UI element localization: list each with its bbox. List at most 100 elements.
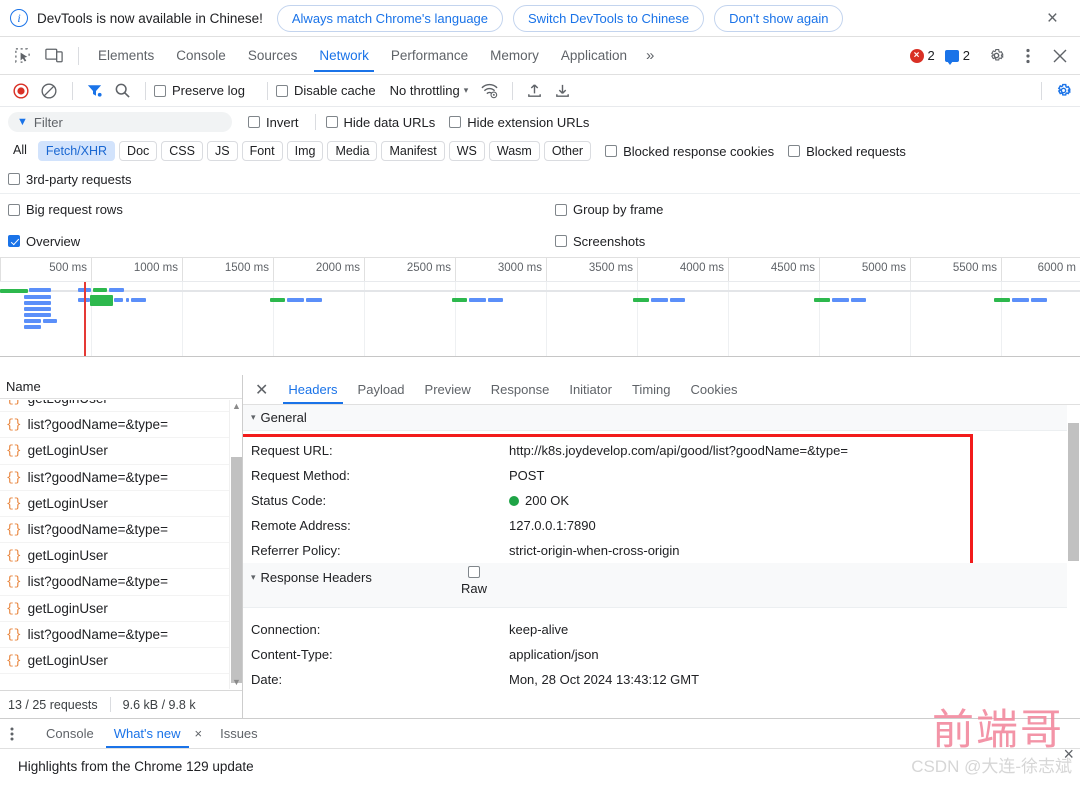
chevron-down-icon[interactable]: ▾	[464, 85, 469, 96]
chip-manifest[interactable]: Manifest	[381, 141, 445, 161]
screenshots-box[interactable]	[555, 235, 567, 247]
scrollbar-thumb[interactable]	[1068, 423, 1079, 561]
table-row[interactable]: {} list?goodName=&type=	[0, 412, 242, 439]
overview-checkbox[interactable]: Overview	[8, 234, 80, 249]
invert-checkbox[interactable]: Invert	[248, 115, 299, 130]
request-list-scrollbar[interactable]: ▲ ▼	[229, 400, 242, 689]
always-match-language-button[interactable]: Always match Chrome's language	[276, 4, 504, 32]
table-row[interactable]: {} getLoginUser	[0, 648, 242, 675]
more-vertical-icon[interactable]	[1015, 44, 1041, 68]
drawer-tab-close-icon[interactable]: ×	[191, 726, 207, 741]
chip-img[interactable]: Img	[286, 141, 324, 161]
tab-application[interactable]: Application	[550, 39, 638, 72]
hide-data-urls-checkbox[interactable]: Hide data URLs	[325, 115, 435, 130]
export-har-icon[interactable]	[549, 79, 575, 103]
error-count-badge[interactable]: × 2	[909, 48, 935, 63]
tab-payload[interactable]: Payload	[348, 375, 415, 404]
disable-cache-checkbox[interactable]: Disable cache	[275, 83, 376, 98]
network-overview-timeline[interactable]: 500 ms 1000 ms 1500 ms 2000 ms 2500 ms 3…	[0, 257, 1080, 357]
tab-elements[interactable]: Elements	[87, 39, 165, 72]
table-row[interactable]: {} list?goodName=&type=	[0, 569, 242, 596]
clear-icon[interactable]	[36, 79, 62, 103]
scroll-down-icon[interactable]: ▼	[230, 676, 242, 689]
chip-doc[interactable]: Doc	[119, 141, 158, 161]
tab-network[interactable]: Network	[308, 39, 380, 72]
raw-toggle[interactable]: Raw	[461, 566, 487, 596]
hide-extension-urls-checkbox[interactable]: Hide extension URLs	[449, 115, 589, 130]
table-row[interactable]: {} getLoginUser	[0, 438, 242, 465]
tab-timing[interactable]: Timing	[622, 375, 681, 404]
filter-icon[interactable]	[81, 79, 107, 103]
third-party-requests-checkbox[interactable]: 3rd-party requests	[8, 172, 132, 187]
tab-response[interactable]: Response	[481, 375, 560, 404]
tab-preview[interactable]: Preview	[415, 375, 481, 404]
screenshots-checkbox[interactable]: Screenshots	[555, 234, 645, 249]
drawer-tab-issues[interactable]: Issues	[210, 719, 268, 748]
response-headers-section-header[interactable]: ▾ Response Headers Raw	[243, 563, 1080, 608]
third-party-requests-box[interactable]	[8, 173, 20, 185]
chip-fetch-xhr[interactable]: Fetch/XHR	[37, 141, 116, 161]
network-conditions-icon[interactable]	[476, 79, 502, 103]
toggle-device-toolbar-icon[interactable]	[41, 44, 67, 68]
blocked-response-cookies-checkbox[interactable]: Blocked response cookies	[605, 144, 774, 159]
request-rows-container[interactable]: {} getLoginUser {} list?goodName=&type= …	[0, 400, 242, 689]
tab-console[interactable]: Console	[165, 39, 237, 72]
chip-css[interactable]: CSS	[161, 141, 203, 161]
switch-to-chinese-button[interactable]: Switch DevTools to Chinese	[513, 4, 705, 32]
search-icon[interactable]	[109, 79, 135, 103]
blocked-requests-box[interactable]	[788, 145, 801, 157]
import-har-icon[interactable]	[521, 79, 547, 103]
drawer-tab-console[interactable]: Console	[36, 719, 104, 748]
chip-js[interactable]: JS	[206, 141, 238, 161]
record-icon[interactable]	[8, 79, 34, 103]
table-row[interactable]: {} getLoginUser	[0, 543, 242, 570]
chip-ws[interactable]: WS	[448, 141, 485, 161]
table-row[interactable]: {} getLoginUser	[0, 491, 242, 517]
tab-performance[interactable]: Performance	[380, 39, 479, 72]
search-input[interactable]: ▼ Filter	[8, 112, 232, 132]
invert-box[interactable]	[248, 116, 260, 128]
hide-extension-urls-box[interactable]	[449, 116, 462, 128]
tab-sources[interactable]: Sources	[237, 39, 309, 72]
dont-show-again-button[interactable]: Don't show again	[714, 4, 844, 32]
blocked-response-cookies-box[interactable]	[605, 145, 618, 157]
details-scrollbar[interactable]	[1067, 405, 1080, 718]
disable-cache-box[interactable]	[275, 84, 288, 97]
group-by-frame-box[interactable]	[555, 203, 567, 216]
overview-box[interactable]	[8, 235, 20, 247]
blocked-requests-checkbox[interactable]: Blocked requests	[788, 144, 906, 159]
scroll-up-icon[interactable]: ▲	[230, 400, 242, 413]
table-row[interactable]: {} list?goodName=&type=	[0, 622, 242, 648]
more-vertical-icon[interactable]	[10, 727, 28, 741]
close-devtools-icon[interactable]	[1047, 44, 1073, 68]
network-settings-icon[interactable]	[1050, 79, 1076, 103]
group-by-frame-checkbox[interactable]: Group by frame	[555, 202, 663, 217]
throttling-select[interactable]: No throttling	[390, 83, 460, 98]
table-row[interactable]: {} getLoginUser	[0, 596, 242, 622]
big-request-rows-box[interactable]	[8, 203, 20, 216]
scrollbar-thumb[interactable]	[231, 457, 242, 683]
drawer-tab-whats-new[interactable]: What's new	[104, 719, 191, 748]
chip-wasm[interactable]: Wasm	[488, 141, 540, 161]
table-row[interactable]: {} list?goodName=&type=	[0, 517, 242, 544]
table-row[interactable]: {} list?goodName=&type=	[0, 465, 242, 491]
gear-icon[interactable]	[983, 44, 1009, 68]
general-section-header[interactable]: ▾ General	[243, 405, 1080, 431]
tab-memory[interactable]: Memory	[479, 39, 550, 72]
raw-checkbox[interactable]	[468, 566, 480, 578]
chip-media[interactable]: Media	[327, 141, 378, 161]
infobar-close-icon[interactable]: ×	[1041, 7, 1064, 30]
message-count-badge[interactable]: 2	[944, 48, 970, 65]
chip-font[interactable]: Font	[241, 141, 283, 161]
tab-cookies[interactable]: Cookies	[681, 375, 748, 404]
inspect-element-icon[interactable]	[9, 44, 35, 68]
close-details-icon[interactable]: ✕	[251, 380, 278, 400]
chip-other[interactable]: Other	[543, 141, 592, 161]
tab-headers[interactable]: Headers	[278, 375, 347, 404]
preserve-log-checkbox[interactable]: Preserve log	[154, 83, 245, 98]
big-request-rows-checkbox[interactable]: Big request rows	[8, 202, 123, 217]
chip-all[interactable]: All	[6, 141, 34, 161]
hide-data-urls-box[interactable]	[325, 116, 338, 128]
tab-initiator[interactable]: Initiator	[559, 375, 622, 404]
preserve-log-box[interactable]	[154, 84, 166, 97]
